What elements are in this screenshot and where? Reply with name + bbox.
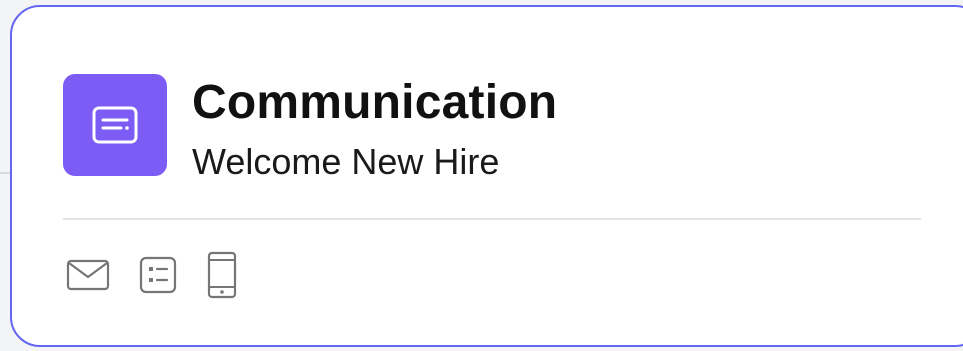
form-list-button[interactable] xyxy=(139,256,177,294)
mobile-button[interactable] xyxy=(206,251,238,299)
card-badge xyxy=(63,74,167,176)
communication-card[interactable]: Communication Welcome New Hire xyxy=(10,5,963,347)
email-button[interactable] xyxy=(66,258,110,292)
form-list-icon xyxy=(139,256,177,294)
message-card-icon xyxy=(92,106,138,144)
mobile-icon xyxy=(207,251,237,299)
card-title: Communication xyxy=(192,76,558,129)
card-header: Communication Welcome New Hire xyxy=(63,74,557,182)
card-titles: Communication Welcome New Hire xyxy=(192,74,557,182)
card-divider xyxy=(63,218,921,220)
card-actions xyxy=(66,251,238,299)
email-icon xyxy=(66,259,110,291)
card-subtitle: Welcome New Hire xyxy=(192,141,500,182)
